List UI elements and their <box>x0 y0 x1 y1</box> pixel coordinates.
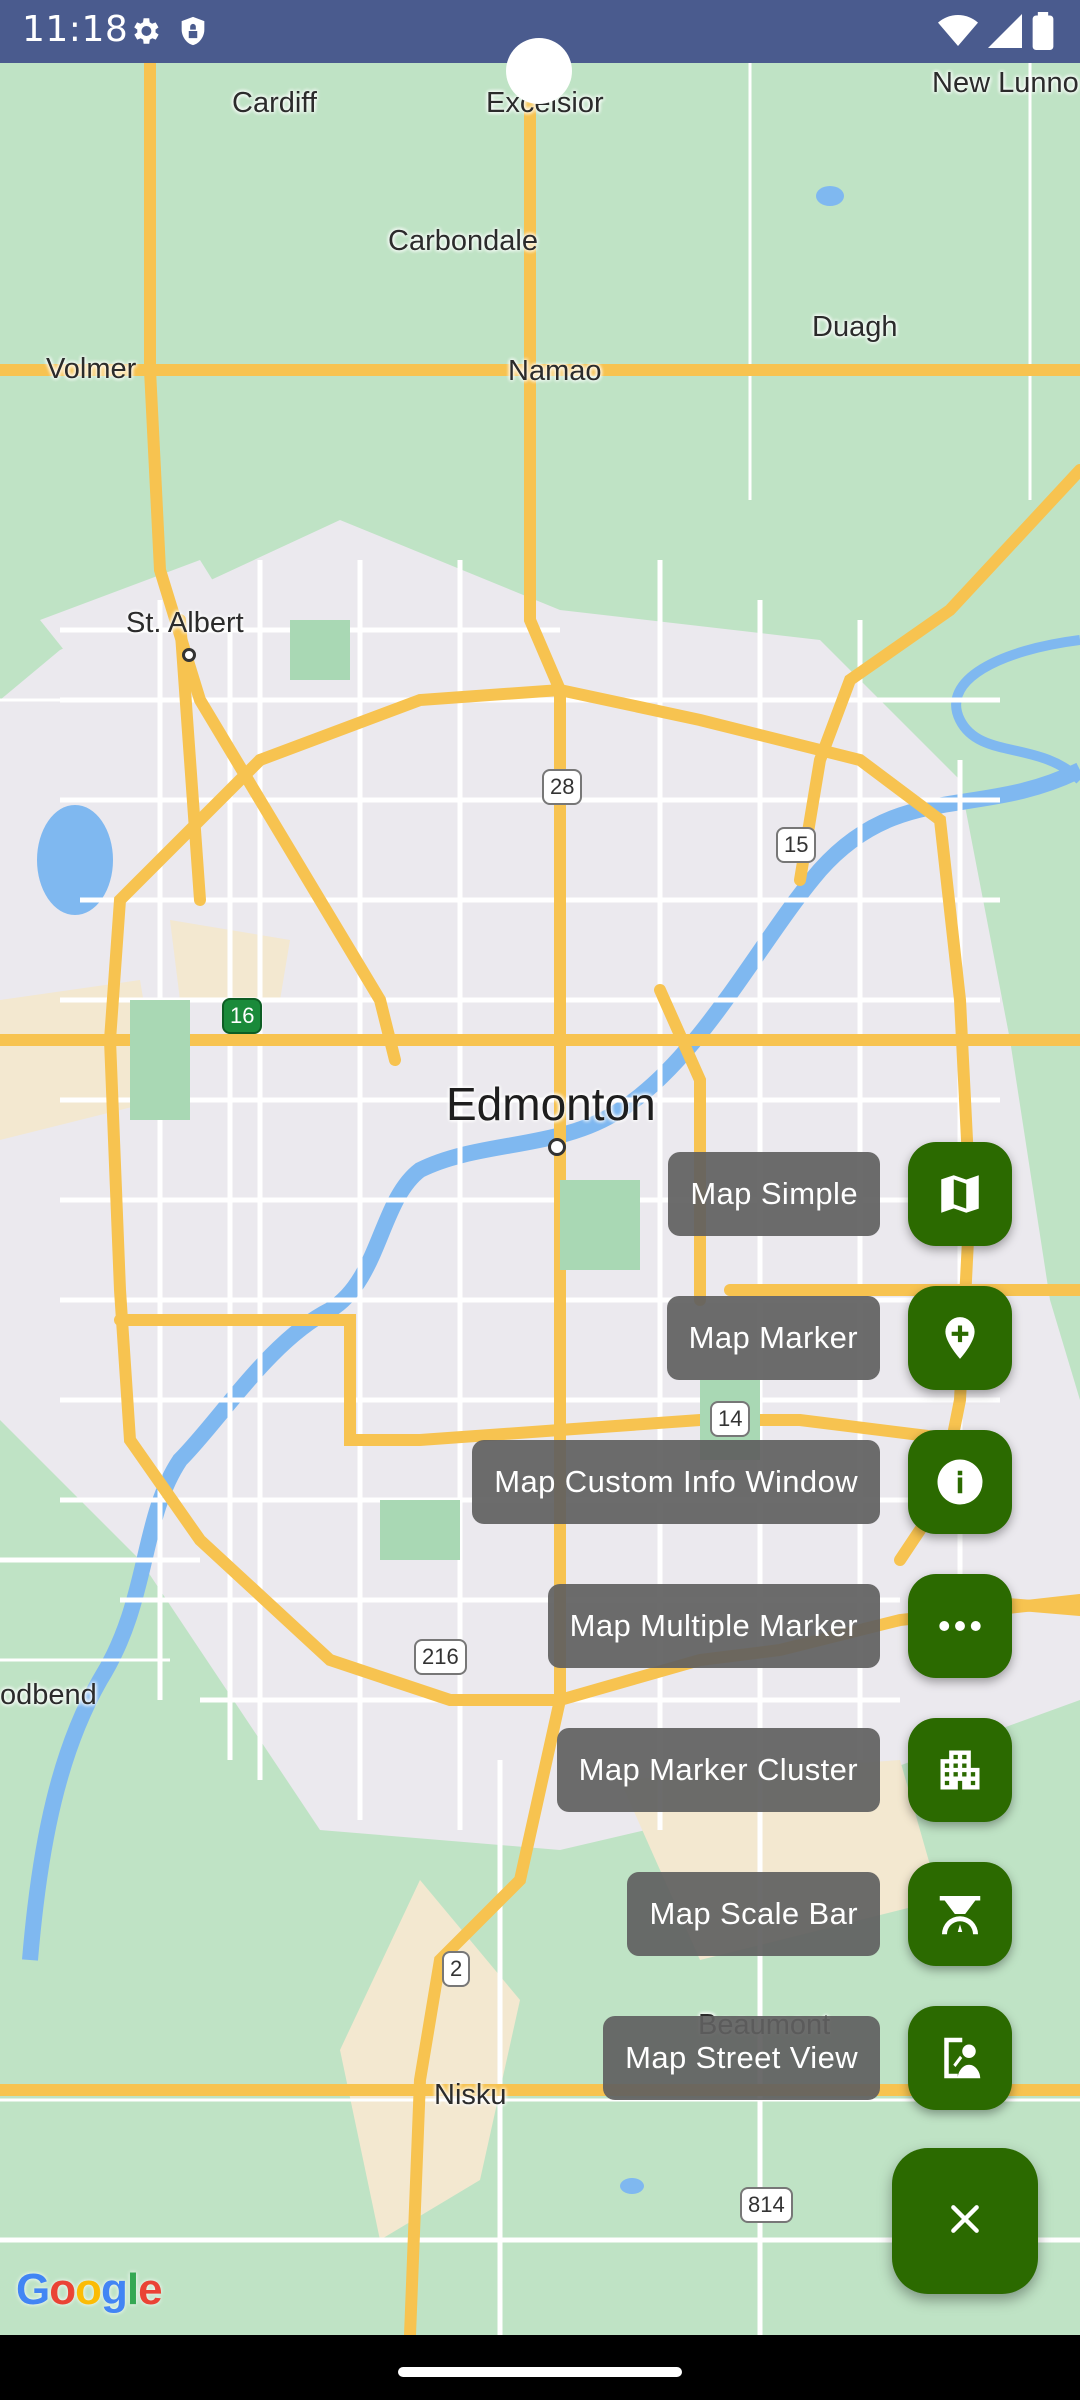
place-label: odbend <box>0 1679 97 1711</box>
shield-icon <box>176 14 210 53</box>
wifi-icon <box>938 13 978 54</box>
info-icon[interactable] <box>908 1430 1012 1534</box>
place-label: Namao <box>508 355 602 387</box>
menu-item-label[interactable]: Map Street View <box>603 2016 880 2100</box>
highway-shield: 28 <box>542 769 583 805</box>
close-icon[interactable] <box>945 2199 985 2244</box>
menu-item-map-simple[interactable]: Map Simple <box>668 1142 1012 1246</box>
menu-item-map-marker-cluster[interactable]: Map Marker Cluster <box>556 1718 1012 1822</box>
map-icon[interactable] <box>908 1142 1012 1246</box>
city-dot <box>548 1138 566 1156</box>
scale-icon[interactable] <box>908 1862 1012 1966</box>
highway-shield: 216 <box>414 1639 467 1675</box>
menu-item-map-multiple-marker[interactable]: Map Multiple Marker <box>547 1574 1012 1678</box>
more-horiz-icon[interactable] <box>908 1574 1012 1678</box>
place-label: Duagh <box>812 311 898 343</box>
place-label: Cardiff <box>232 87 317 119</box>
camera-cutout <box>506 38 572 104</box>
menu-item-label[interactable]: Map Simple <box>668 1152 880 1236</box>
menu-item-map-street-view[interactable]: Map Street View <box>603 2006 1012 2110</box>
battery-icon <box>1032 12 1054 55</box>
street-view-icon[interactable] <box>908 2006 1012 2110</box>
place-label: Nisku <box>434 2079 507 2111</box>
menu-item-map-marker[interactable]: Map Marker <box>666 1286 1012 1390</box>
menu-item-label[interactable]: Map Multiple Marker <box>547 1584 880 1668</box>
navigation-bar <box>0 2335 1080 2400</box>
city-label: Edmonton <box>446 1078 656 1130</box>
highway-shield: 814 <box>740 2187 793 2223</box>
gear-icon <box>128 14 162 53</box>
place-label: Volmer <box>46 353 137 385</box>
add-location-icon[interactable] <box>908 1286 1012 1390</box>
place-label: St. Albert <box>126 607 244 639</box>
signal-icon <box>988 13 1022 54</box>
apartment-icon[interactable] <box>908 1718 1012 1822</box>
menu-item-label[interactable]: Map Marker <box>666 1296 880 1380</box>
close-fab-button[interactable] <box>892 2148 1038 2294</box>
highway-shield: 15 <box>776 827 817 863</box>
place-label: New Lunno <box>932 67 1079 99</box>
menu-item-map-scale-bar[interactable]: Map Scale Bar <box>627 1862 1012 1966</box>
google-logo: Google <box>16 2265 163 2314</box>
menu-item-label[interactable]: Map Scale Bar <box>627 1872 880 1956</box>
highway-shield: 2 <box>442 1951 471 1987</box>
menu-item-label[interactable]: Map Marker Cluster <box>556 1728 880 1812</box>
place-label: Carbondale <box>388 225 538 257</box>
highway-shield: 16 <box>222 998 263 1034</box>
city-dot <box>182 648 196 662</box>
menu-item-label[interactable]: Map Custom Info Window <box>472 1440 880 1524</box>
home-gesture-handle[interactable] <box>398 2367 682 2377</box>
status-time: 11:18 <box>22 9 129 50</box>
menu-item-map-custom-info-window[interactable]: Map Custom Info Window <box>472 1430 1012 1534</box>
